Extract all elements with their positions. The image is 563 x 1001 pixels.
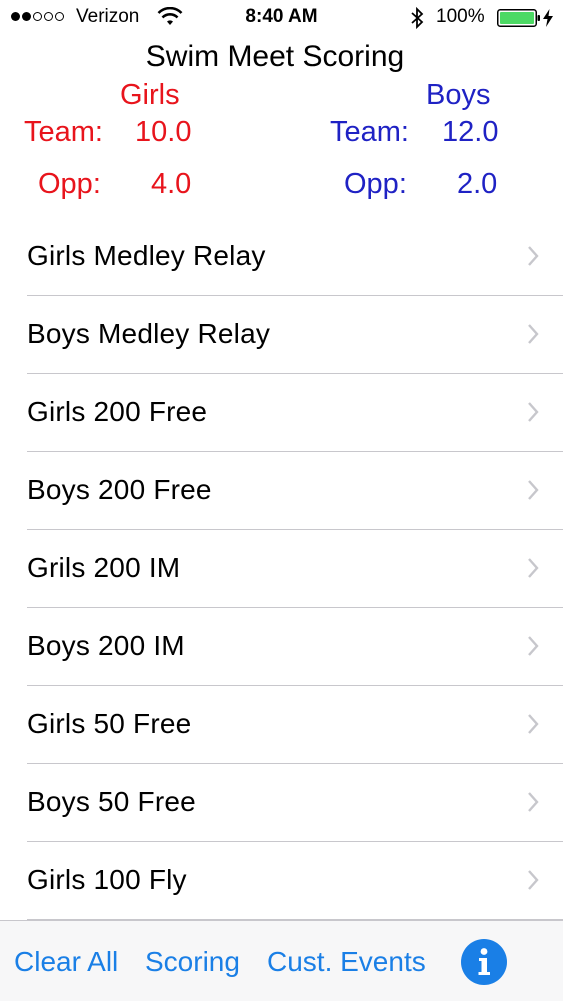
list-item[interactable]: Boys 50 Free — [27, 764, 563, 842]
list-item[interactable]: Boys 200 Free — [27, 452, 563, 530]
chevron-right-icon — [528, 792, 539, 812]
boys-header: Boys — [426, 79, 491, 111]
status-bar: Verizon 8:40 AM 100% — [0, 0, 563, 36]
chevron-right-icon — [528, 402, 539, 422]
girls-opp-label: Opp: — [38, 168, 101, 200]
chevron-right-icon — [528, 480, 539, 500]
info-icon[interactable] — [461, 939, 507, 985]
event-label: Girls 50 Free — [27, 708, 192, 739]
event-label: Girls 100 Fly — [27, 864, 187, 895]
chevron-right-icon — [528, 324, 539, 344]
event-label: Girls 200 Free — [27, 396, 208, 427]
list-item[interactable]: Girls 100 Fly — [27, 842, 563, 920]
event-label: Boys Medley Relay — [27, 318, 271, 349]
bottom-toolbar: Clear All Scoring Cust. Events — [0, 920, 563, 1001]
clear-all-button[interactable]: Clear All — [14, 946, 118, 978]
custom-events-button[interactable]: Cust. Events — [267, 946, 426, 978]
chevron-right-icon — [528, 558, 539, 578]
boys-team-label: Team: — [330, 116, 409, 148]
girls-opp-score: 4.0 — [151, 168, 192, 200]
battery-icon — [497, 9, 540, 27]
boys-opp-score: 2.0 — [457, 168, 498, 200]
boys-opp-label: Opp: — [344, 168, 407, 200]
list-item[interactable]: Boys Medley Relay — [27, 296, 563, 374]
list-item[interactable]: Boys 200 IM — [27, 608, 563, 686]
list-item[interactable]: Girls Medley Relay — [27, 218, 563, 296]
girls-team-label: Team: — [24, 116, 103, 148]
scoring-button[interactable]: Scoring — [145, 946, 240, 978]
charging-bolt-icon — [543, 9, 553, 27]
list-item[interactable]: Grils 200 IM — [27, 530, 563, 608]
bluetooth-icon — [411, 6, 424, 30]
event-label: Boys 50 Free — [27, 786, 196, 817]
event-label: Boys 200 IM — [27, 630, 185, 661]
page-title: Swim Meet Scoring — [145, 40, 405, 73]
event-label: Girls Medley Relay — [27, 240, 266, 271]
girls-team-score: 10.0 — [135, 116, 192, 148]
girls-header: Girls — [120, 79, 180, 111]
chevron-right-icon — [528, 636, 539, 656]
chevron-right-icon — [528, 870, 539, 890]
chevron-right-icon — [528, 246, 539, 266]
boys-team-score: 12.0 — [442, 116, 499, 148]
list-item[interactable]: Girls 200 Free — [27, 374, 563, 452]
event-label: Boys 200 Free — [27, 474, 212, 505]
event-label: Grils 200 IM — [27, 552, 181, 583]
battery-percentage: 100% — [436, 6, 485, 27]
event-list[interactable]: Girls Medley Relay Boys Medley Relay Gir… — [0, 218, 563, 920]
chevron-right-icon — [528, 714, 539, 734]
list-item[interactable]: Girls 50 Free — [27, 686, 563, 764]
